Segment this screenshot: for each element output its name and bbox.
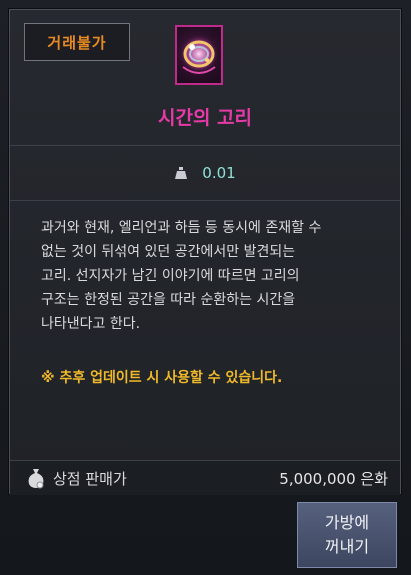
divider: [10, 200, 400, 201]
weight-row: 0.01: [10, 160, 400, 186]
shop-price-value: 5,000,000 은화: [279, 470, 388, 488]
item-description: 과거와 현재, 엘리언과 하듬 등 동시에 존재할 수 없는 것이 뒤섞여 있던…: [41, 220, 322, 332]
take-out-of-bag-button[interactable]: 가방에 꺼내기: [297, 502, 397, 568]
weight-value: 0.01: [202, 164, 236, 182]
take-out-label-line1: 가방에: [324, 513, 370, 532]
usage-notice: ※ 추후 업데이트 시 사용할 수 있습니다.: [41, 370, 283, 386]
item-name: 시간의 고리: [157, 107, 252, 129]
shop-price-row: 상점 판매가 5,000,000 은화: [10, 460, 400, 495]
take-out-label-line2: 꺼내기: [324, 537, 370, 556]
untradable-badge: 거래불가: [24, 23, 130, 61]
money-bag-icon: [28, 469, 44, 489]
weight-icon: [175, 167, 188, 179]
item-tooltip: 거래불가 시간의 고리 0.01 과거와 현재, 엘리언과 하듬 등 동시에 존…: [9, 9, 401, 495]
shop-price-label: 상점 판매가: [53, 470, 127, 488]
ring-of-time-icon: [175, 25, 223, 85]
divider: [10, 145, 400, 146]
